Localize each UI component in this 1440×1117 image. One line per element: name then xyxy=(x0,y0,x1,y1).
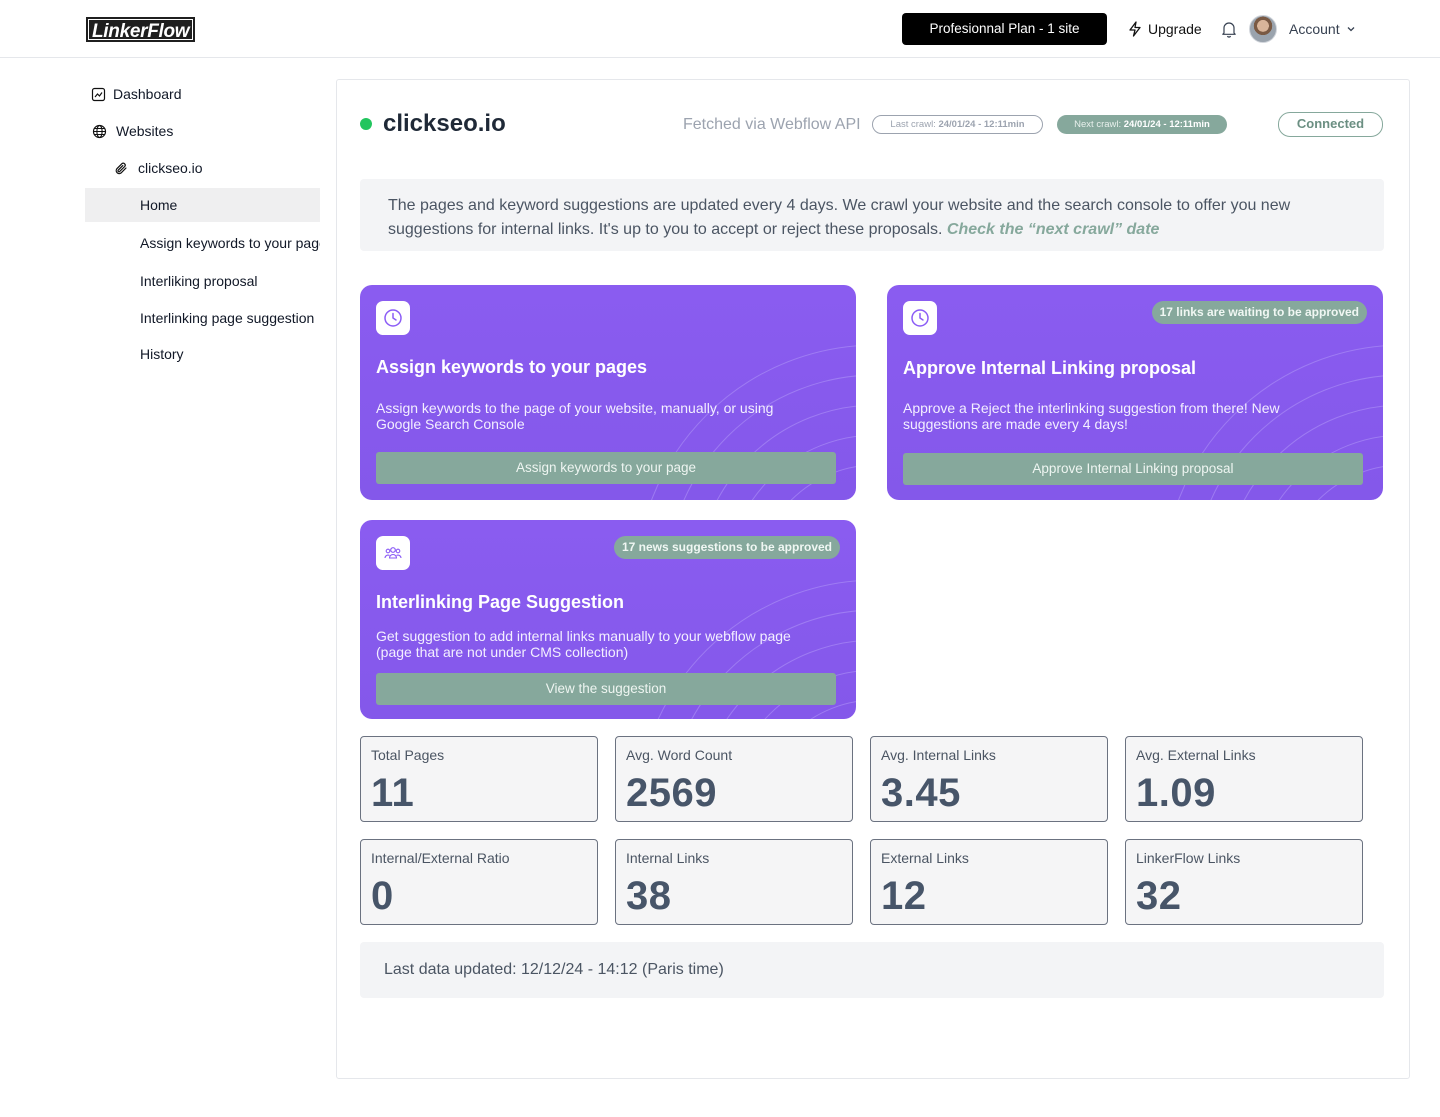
stat-value: 38 xyxy=(626,874,672,918)
view-suggestion-button[interactable]: View the suggestion xyxy=(376,673,836,705)
sidebar-item-dashboard[interactable]: Dashboard xyxy=(85,77,320,111)
account-menu[interactable]: Account xyxy=(1289,19,1356,39)
clock-icon xyxy=(384,309,402,327)
plan-button[interactable]: Profesionnal Plan - 1 site xyxy=(902,13,1107,45)
connected-button[interactable]: Connected xyxy=(1278,112,1383,137)
last-crawl-value: 24/01/24 - 12:11min xyxy=(938,119,1025,130)
top-bar: LinkerFlow Profesionnal Plan - 1 site Up… xyxy=(0,0,1440,58)
bell-icon[interactable] xyxy=(1221,20,1237,38)
sidebar-item-clickseo[interactable]: clickseo.io xyxy=(85,151,320,185)
stat-label: Internal Links xyxy=(626,850,710,866)
sidebar-item-websites[interactable]: Websites xyxy=(85,114,320,148)
assign-keywords-button[interactable]: Assign keywords to your page xyxy=(376,452,836,484)
stat-value: 32 xyxy=(1136,874,1182,918)
approve-linking-button[interactable]: Approve Internal Linking proposal xyxy=(903,453,1363,485)
stat-label: LinkerFlow Links xyxy=(1136,850,1241,866)
globe-icon xyxy=(92,124,107,139)
stat-label: Total Pages xyxy=(371,747,445,763)
card-title: Assign keywords to your pages xyxy=(376,357,648,377)
stat-internal-links: Internal Links 38 xyxy=(615,839,853,925)
sidebar-item-home[interactable]: Home xyxy=(85,188,320,222)
stat-label: Avg. Word Count xyxy=(626,747,733,763)
stat-total-pages: Total Pages 11 xyxy=(360,736,598,822)
upgrade-link[interactable]: Upgrade xyxy=(1128,19,1202,39)
card-description: Assign keywords to the page of your webs… xyxy=(376,400,774,432)
chevron-down-icon xyxy=(1347,27,1355,32)
stat-value: 0 xyxy=(371,874,394,918)
stat-label: Avg. External Links xyxy=(1136,747,1256,763)
avatar[interactable] xyxy=(1249,15,1277,43)
stat-avg-external-links: Avg. External Links 1.09 xyxy=(1125,736,1363,822)
upgrade-label: Upgrade xyxy=(1148,21,1202,37)
stat-label: Internal/External Ratio xyxy=(371,850,510,866)
card-title: Approve Internal Linking proposal xyxy=(903,358,1197,378)
sidebar-item-label: Dashboard xyxy=(113,86,182,102)
sidebar-item-history[interactable]: History xyxy=(85,337,320,371)
pending-badge: 17 links are waiting to be approved xyxy=(1151,301,1367,324)
site-title: clickseo.io xyxy=(383,110,506,137)
assign-keywords-card: Assign keywords to your pages Assign key… xyxy=(360,285,856,500)
fetched-via-label: Fetched via Webflow API xyxy=(683,116,861,133)
pending-badge: 17 news suggestions to be approved xyxy=(613,536,840,559)
card-icon-box xyxy=(376,301,410,335)
stat-value: 1.09 xyxy=(1136,771,1216,815)
users-icon xyxy=(384,547,402,559)
card-icon-box xyxy=(376,536,410,570)
stat-value: 11 xyxy=(371,771,415,815)
stat-label: External Links xyxy=(881,850,969,866)
sidebar-item-label: Assign keywords to your pages xyxy=(140,235,320,251)
linkerflow-logo[interactable]: LinkerFlow xyxy=(86,17,196,42)
approve-linking-card: 17 links are waiting to be approved Appr… xyxy=(887,285,1383,500)
stat-label: Avg. Internal Links xyxy=(881,747,996,763)
next-crawl-label: Next crawl: xyxy=(1074,119,1122,130)
stat-value: 2569 xyxy=(626,771,717,815)
stat-value: 3.45 xyxy=(881,771,961,815)
stat-avg-word-count: Avg. Word Count 2569 xyxy=(615,736,853,822)
info-banner: The pages and keyword suggestions are up… xyxy=(360,179,1384,251)
stat-avg-internal-links: Avg. Internal Links 3.45 xyxy=(870,736,1108,822)
sidebar-item-assign-keywords[interactable]: Assign keywords to your pages xyxy=(85,226,320,260)
last-updated-banner: Last data updated: 12/12/24 - 14:12 (Par… xyxy=(360,942,1384,998)
account-label: Account xyxy=(1289,21,1340,37)
stat-linkerflow-links: LinkerFlow Links 32 xyxy=(1125,839,1363,925)
card-description: Approve a Reject the interlinking sugges… xyxy=(903,400,1280,432)
last-crawl-label: Last crawl: xyxy=(890,119,936,130)
sidebar-item-interlinking-page-suggestion[interactable]: Interlinking page suggestion xyxy=(85,301,320,335)
next-crawl-pill: Next crawl: 24/01/24 - 12:11min xyxy=(1057,115,1227,134)
clock-icon xyxy=(911,309,929,327)
sidebar-item-label: Websites xyxy=(116,123,174,139)
paperclip-icon xyxy=(115,162,127,175)
info-emphasis: Check the “next crawl” date xyxy=(946,221,1160,238)
next-crawl-value: 24/01/24 - 12:11min xyxy=(1123,119,1210,130)
card-icon-box xyxy=(903,301,937,335)
dashboard-icon xyxy=(91,87,106,102)
card-title: Interlinking Page Suggestion xyxy=(376,592,625,612)
sidebar-item-label: History xyxy=(140,346,184,362)
stat-value: 12 xyxy=(881,874,927,918)
stat-external-links: External Links 12 xyxy=(870,839,1108,925)
sidebar-item-label: clickseo.io xyxy=(138,160,203,176)
sidebar-item-label: Interlinking page suggestion xyxy=(140,310,315,326)
card-description: Get suggestion to add internal links man… xyxy=(376,628,791,660)
sidebar-item-label: Interliking proposal xyxy=(140,273,258,289)
sidebar-item-label: Home xyxy=(140,197,178,213)
lightning-icon xyxy=(1129,21,1141,37)
site-status-dot xyxy=(360,118,372,130)
last-crawl-pill: Last crawl: 24/01/24 - 12:11min xyxy=(872,115,1043,134)
stat-internal-external-ratio: Internal/External Ratio 0 xyxy=(360,839,598,925)
sidebar-item-interliking-proposal[interactable]: Interliking proposal xyxy=(85,264,320,298)
page-suggestion-card: 17 news suggestions to be approved Inter… xyxy=(360,520,856,719)
